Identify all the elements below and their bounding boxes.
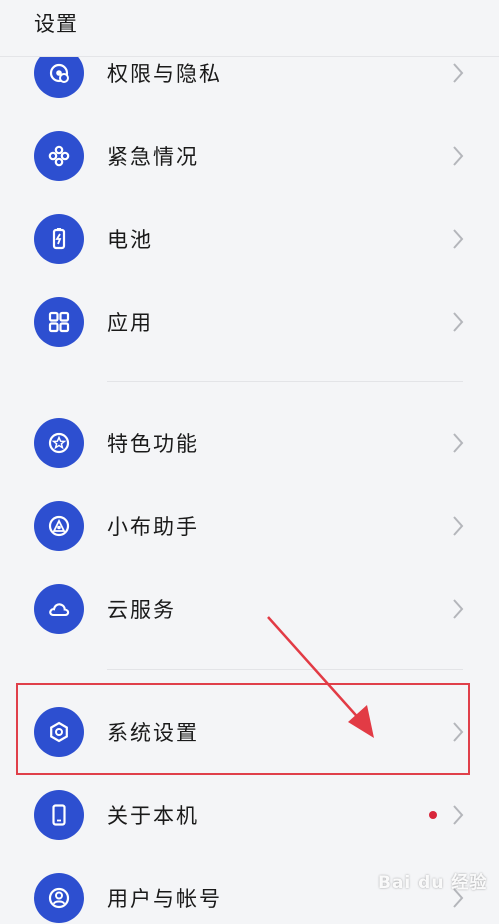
chevron-right-icon [453,312,464,332]
page-title: 设置 [34,12,78,36]
settings-item-about-phone[interactable]: 关于本机 [0,775,499,855]
chevron-right-icon [453,516,464,536]
chevron-right-icon [453,229,464,249]
settings-item-label: 用户与帐号 [107,887,222,911]
settings-item-label: 小布助手 [107,515,199,539]
phone-icon [34,790,84,840]
settings-item-label: 特色功能 [107,432,199,456]
settings-item-label: 权限与隐私 [107,62,222,86]
chevron-right-icon [453,433,464,453]
chevron-right-icon [453,63,464,83]
settings-item-cloud[interactable]: 云服务 [0,569,499,649]
emergency-icon [34,131,84,181]
chevron-right-icon [453,599,464,619]
apps-icon [34,297,84,347]
section-divider [107,669,463,670]
assistant-icon [34,501,84,551]
cloud-icon [34,584,84,634]
settings-item-features[interactable]: 特色功能 [0,403,499,483]
battery-icon [34,214,84,264]
watermark: Bai du 经验 [378,873,488,893]
notification-badge [429,811,437,819]
settings-item-label: 应用 [107,311,153,335]
settings-screen: 设置 权限与隐私 紧急情况 电池 应用 特色功能 小布助手 云服务 系统设置 关… [0,0,499,924]
settings-item-apps[interactable]: 应用 [0,282,499,362]
settings-item-label: 紧急情况 [107,145,199,169]
settings-item-emergency[interactable]: 紧急情况 [0,116,499,196]
header: 设置 [0,0,499,57]
settings-item-label: 关于本机 [107,804,199,828]
user-icon [34,873,84,923]
chevron-right-icon [453,805,464,825]
settings-item-label: 云服务 [107,598,176,622]
feature-icon [34,418,84,468]
settings-item-assistant[interactable]: 小布助手 [0,486,499,566]
highlight-box [16,683,470,775]
settings-item-battery[interactable]: 电池 [0,199,499,279]
settings-item-label: 电池 [107,228,153,252]
chevron-right-icon [453,146,464,166]
section-divider [107,381,463,382]
